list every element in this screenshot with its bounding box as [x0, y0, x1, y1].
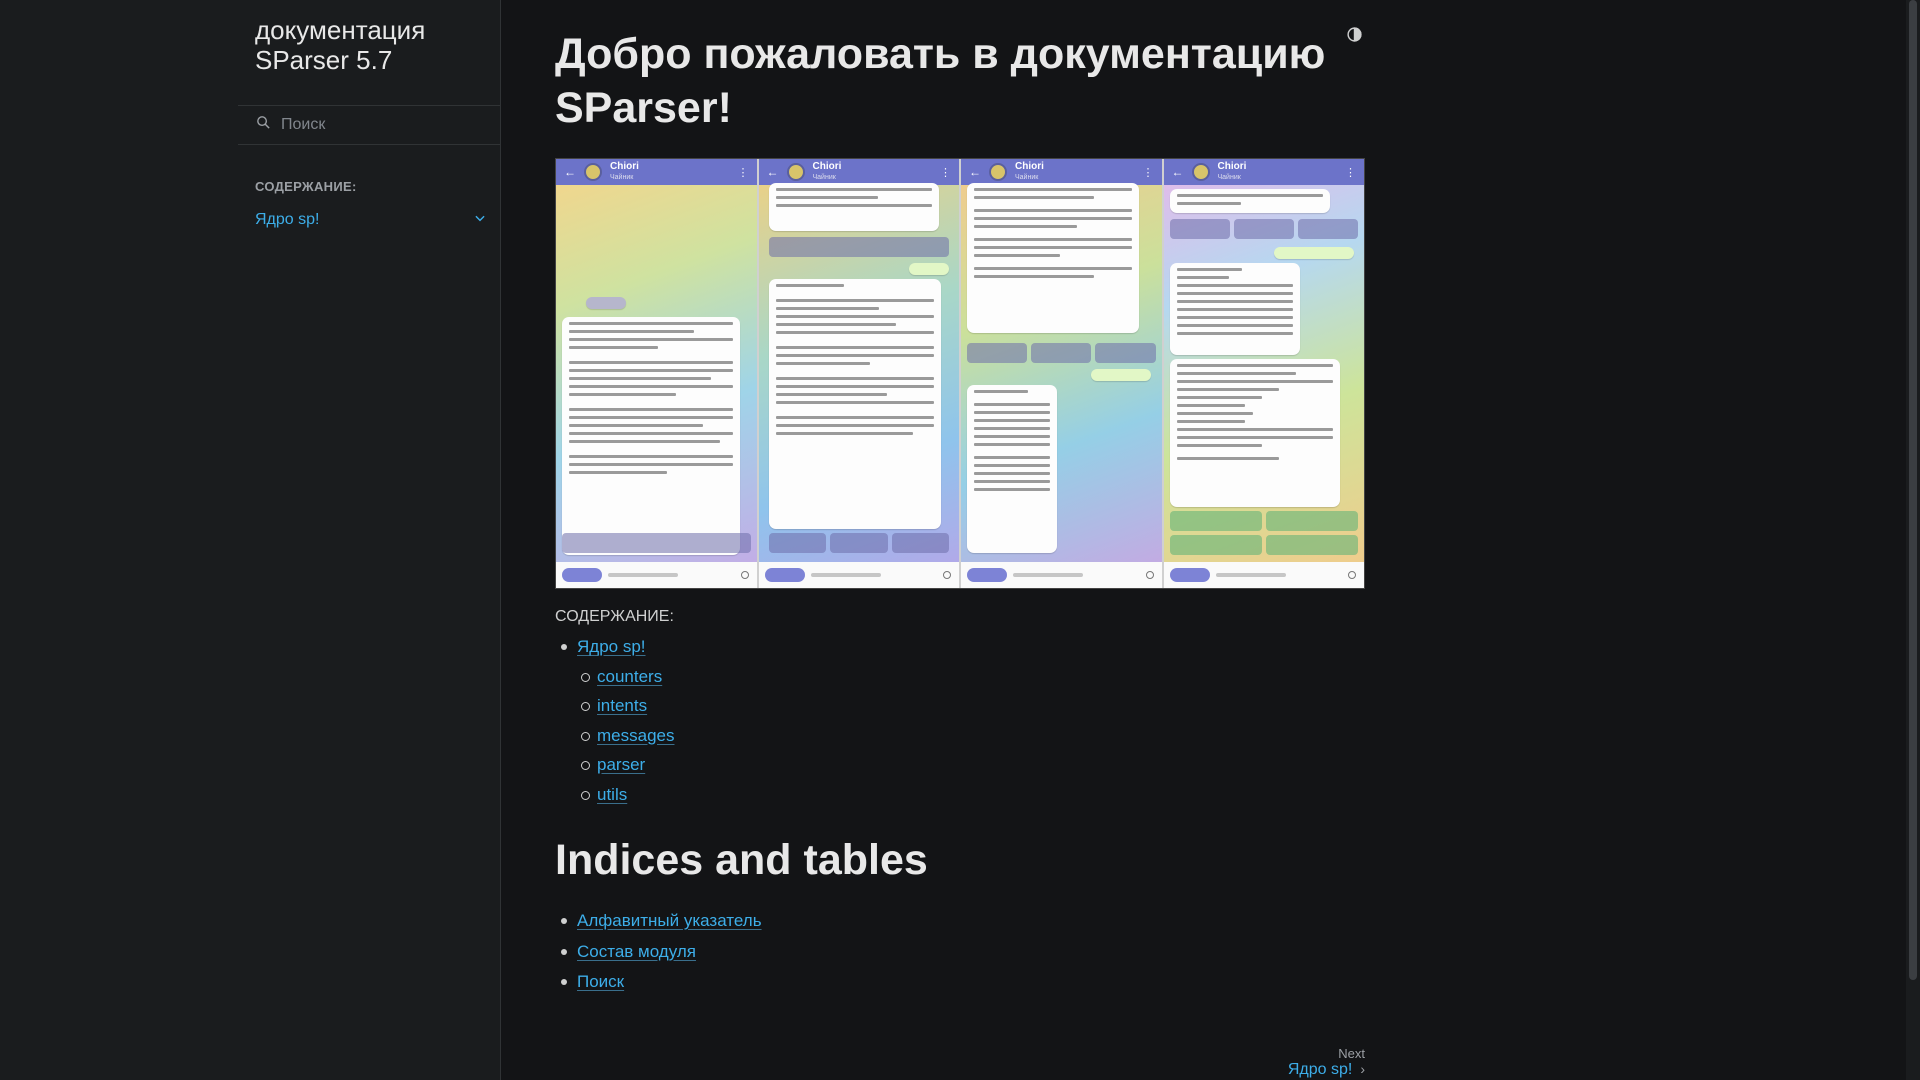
chat-message: [768, 183, 939, 231]
toc-link-parser[interactable]: parser: [597, 755, 645, 774]
indices-list: Алфавитный указатель Состав модуля Поиск: [555, 906, 762, 998]
avatar: [584, 163, 602, 181]
date-pill: [586, 297, 626, 309]
sidebar-item-core[interactable]: Ядро sp!: [255, 209, 495, 231]
scrollbar[interactable]: [1906, 0, 1920, 1080]
attach-icon: [1348, 571, 1356, 579]
chevron-right-icon: ›: [1360, 1061, 1365, 1077]
attach-icon: [943, 571, 951, 579]
toc-link-counters[interactable]: counters: [597, 667, 662, 686]
toc-sublist: counters intents messages parser utils: [577, 662, 674, 810]
chat-buttons: [768, 533, 949, 553]
hero-screenshots-image: ← Chiori Чайник ⋮ ← Chiori Чайник ⋮ ← Ch…: [555, 158, 1365, 589]
next-title: Ядро sp!: [1287, 1061, 1353, 1078]
kebab-menu-icon: ⋮: [1142, 166, 1154, 179]
chat-message: [908, 263, 949, 275]
index-link-search[interactable]: Поиск: [577, 972, 624, 991]
chat-name: Chiori Чайник: [610, 161, 639, 181]
chat-message: [1169, 263, 1300, 355]
main-content: Добро пожаловать в документацию SParser!…: [555, 0, 1365, 1080]
menu-button-icon: [562, 568, 602, 582]
sidebar-toc-caption: СОДЕРЖАНИЕ:: [255, 179, 357, 194]
chat-buttons: [967, 343, 1156, 363]
chat-message: [562, 317, 740, 555]
chat-message: [1273, 247, 1354, 259]
back-arrow-icon: ←: [1171, 165, 1184, 179]
chevron-down-icon[interactable]: [473, 211, 495, 230]
list-item: messages: [580, 721, 674, 751]
chat-message: [1169, 189, 1330, 213]
kebab-menu-icon: ⋮: [737, 166, 749, 179]
sidebar-brand[interactable]: документация SParser 5.7: [255, 15, 495, 75]
sidebar-search[interactable]: [238, 105, 501, 145]
back-arrow-icon: ←: [969, 165, 981, 179]
page-title: Добро пожаловать в документацию SParser!: [555, 30, 1326, 132]
chat-name: Chiori Чайник: [812, 161, 842, 181]
chat-footer: [556, 562, 757, 588]
list-item: intents: [580, 691, 674, 721]
chat-message: [1169, 359, 1340, 507]
chat-header: ← Chiori Чайник ⋮: [1163, 159, 1364, 185]
menu-button-icon: [764, 568, 805, 582]
kebab-menu-icon: ⋮: [940, 166, 951, 179]
chat-buttons: [562, 533, 751, 553]
chat-screenshot-panel: ← Chiori Чайник ⋮: [961, 159, 1164, 588]
chat-screenshot-panel: ← Chiori Чайник ⋮: [1163, 159, 1364, 588]
avatar: [786, 163, 805, 181]
avatar: [1191, 163, 1210, 181]
chat-message: [768, 279, 941, 529]
toc-list: Ядро sp! counters intents messages parse…: [555, 632, 674, 809]
next-label: Next: [1338, 1046, 1365, 1061]
menu-button-icon: [1169, 568, 1210, 582]
chat-buttons: [768, 237, 949, 257]
theme-toggle-icon[interactable]: [1346, 26, 1363, 43]
kebab-menu-icon: ⋮: [1345, 166, 1356, 179]
toc-link-intents[interactable]: intents: [597, 696, 647, 715]
chat-screenshot-panel: ← Chiori Чайник ⋮: [556, 159, 759, 588]
index-link-modules[interactable]: Состав модуля: [577, 942, 696, 961]
attach-icon: [1145, 571, 1154, 579]
scrollbar-thumb[interactable]: [1909, 0, 1917, 980]
list-item: parser: [580, 750, 674, 780]
toc-link-messages[interactable]: messages: [597, 726, 674, 745]
chat-header: ← Chiori Чайник ⋮: [758, 159, 959, 185]
search-icon: [255, 114, 272, 136]
list-item: counters: [580, 662, 674, 692]
menu-button-icon: [967, 568, 1007, 582]
chat-footer: [961, 562, 1162, 588]
index-link-alphabetical[interactable]: Алфавитный указатель: [577, 911, 762, 930]
attach-icon: [740, 571, 749, 579]
next-page-link[interactable]: Next Ядро sp! ›: [1288, 1046, 1365, 1079]
chat-message: [1091, 369, 1151, 381]
sidebar-content: документация SParser 5.7 СОДЕРЖАНИЕ: Ядр…: [238, 0, 501, 1080]
list-item: Алфавитный указатель: [555, 906, 762, 937]
chat-header: ← Chiori Чайник ⋮: [556, 159, 757, 185]
chat-footer: [758, 562, 959, 588]
sidebar: документация SParser 5.7 СОДЕРЖАНИЕ: Ядр…: [0, 0, 501, 1080]
list-item: Ядро sp! counters intents messages parse…: [555, 632, 674, 809]
chat-header: ← Chiori Чайник ⋮: [961, 159, 1162, 185]
chat-message: [967, 183, 1139, 333]
chat-screenshot-panel: ← Chiori Чайник ⋮: [758, 159, 961, 588]
sidebar-item-label: Ядро sp!: [255, 211, 320, 228]
chat-footer: [1163, 562, 1364, 588]
avatar: [989, 163, 1007, 181]
chat-name: Chiori Чайник: [1015, 161, 1044, 181]
toc-caption: СОДЕРЖАНИЕ:: [555, 608, 674, 625]
back-arrow-icon: ←: [766, 165, 779, 179]
list-item: Поиск: [555, 967, 762, 998]
toc-link-core[interactable]: Ядро sp!: [577, 637, 646, 656]
chat-name: Chiori Чайник: [1217, 161, 1247, 181]
toc-link-utils[interactable]: utils: [597, 785, 627, 804]
chat-buttons: [1169, 535, 1358, 555]
list-item: utils: [580, 780, 674, 810]
chat-buttons: [1169, 511, 1358, 531]
back-arrow-icon: ←: [564, 165, 576, 179]
list-item: Состав модуля: [555, 937, 762, 968]
indices-heading: Indices and tables: [555, 836, 928, 884]
search-input[interactable]: [281, 116, 491, 134]
chat-message: [967, 385, 1057, 553]
chat-buttons: [1169, 219, 1359, 239]
